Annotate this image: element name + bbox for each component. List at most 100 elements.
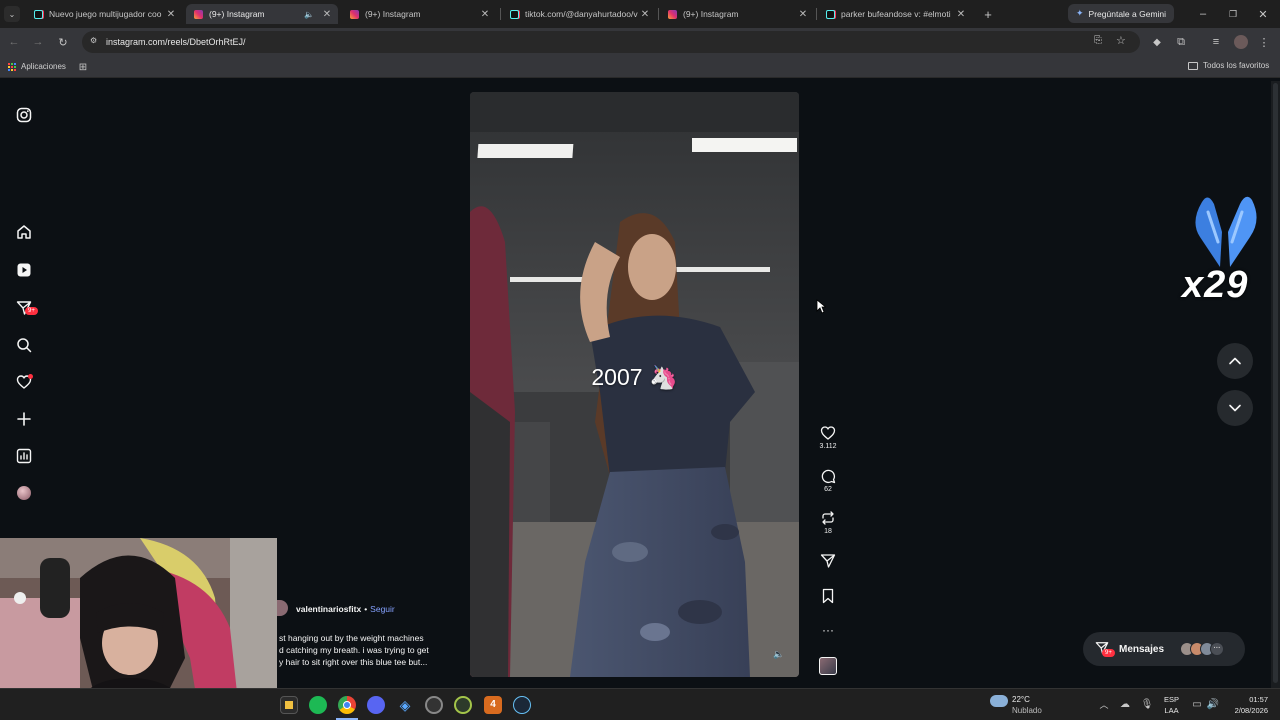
close-tab-icon[interactable]: ✕ [164, 9, 178, 20]
tab-groups-icon[interactable]: ⊞ [76, 60, 90, 74]
mute-button[interactable]: 🔈 [773, 649, 784, 660]
profile-avatar[interactable] [1234, 35, 1248, 49]
notifications-heart-icon[interactable] [14, 372, 34, 392]
share-button[interactable] [816, 553, 840, 569]
restore-button[interactable]: ❐ [1224, 6, 1242, 22]
windows-taskbar: ◈ 4 22°C Nublado ︿ ☁ 🎙 ESP LAA ▭ 🔊 01:57… [0, 688, 1280, 720]
profile-avatar-image [17, 486, 31, 500]
caption-line: d catching my breath. i was trying to ge… [279, 645, 429, 655]
repost-button[interactable]: 18 [816, 510, 840, 535]
new-tab-button[interactable]: + [980, 6, 996, 22]
mouse-cursor-icon [816, 299, 826, 314]
search-icon[interactable] [14, 335, 34, 355]
close-tab-icon[interactable]: ✕ [954, 9, 968, 20]
instagram-icon [194, 9, 203, 19]
reels-icon[interactable] [14, 260, 34, 280]
browser-toolbar: ← → ↻ ⚙ instagram.com/reels/DbetOrhRtEJ/… [0, 28, 1280, 56]
instagram-logo-icon[interactable] [14, 105, 34, 125]
install-app-icon[interactable]: ⎘ [1094, 35, 1102, 46]
tab-2[interactable]: (9+) Instagram ✕ [342, 4, 496, 24]
language-indicator[interactable]: ESP LAA [1164, 694, 1179, 716]
speaker-icon[interactable]: 🔈 [302, 10, 316, 19]
menu-kebab-icon[interactable]: ⋮ [1256, 34, 1272, 50]
media-control-icon[interactable]: ≡ [1208, 34, 1224, 50]
minimize-button[interactable]: – [1194, 6, 1212, 22]
forward-button[interactable]: → [30, 34, 46, 50]
network-icon[interactable]: ▭ [1190, 697, 1204, 711]
tab-1[interactable]: (9+) Instagram 🔈 ✕ [186, 4, 338, 24]
obs-icon[interactable] [425, 696, 443, 714]
microphone-icon[interactable]: 🎙 [1140, 697, 1154, 711]
comment-button[interactable]: 62 [816, 468, 840, 493]
extension-diamond-icon[interactable]: ◆ [1149, 34, 1165, 50]
save-button[interactable] [816, 588, 840, 604]
follow-button[interactable]: Seguir [370, 604, 395, 614]
extensions-puzzle-icon[interactable]: ⧉ [1173, 34, 1189, 50]
app-diamond-icon[interactable]: ◈ [396, 696, 414, 714]
close-tab-icon[interactable]: ✕ [478, 9, 492, 20]
tab-3[interactable]: tiktok.com/@danyahurtadoo/v ✕ [502, 4, 656, 24]
apps-bookmark[interactable]: Aplicaciones [8, 62, 66, 71]
clock-time: 01:57 [1249, 695, 1268, 704]
chevron-down-icon: ⌄ [8, 9, 16, 19]
caption-line: st hanging out by the weight machines [279, 633, 424, 643]
audio-track-thumbnail[interactable] [819, 657, 837, 675]
tab-search-button[interactable]: ⌄ [4, 6, 20, 22]
home-icon[interactable] [14, 222, 34, 242]
file-explorer-icon[interactable] [280, 696, 298, 714]
author-username[interactable]: valentinariosfitx [296, 604, 361, 614]
message-avatars: ··· [1180, 642, 1225, 656]
direct-messages-icon[interactable]: 9+ [14, 298, 38, 318]
onedrive-cloud-icon[interactable]: ☁ [1118, 697, 1132, 711]
volume-icon[interactable]: 🔊 [1206, 697, 1220, 711]
tray-chevron-up-icon[interactable]: ︿ [1098, 697, 1110, 711]
close-tab-icon[interactable]: ✕ [320, 9, 334, 20]
next-reel-button[interactable] [1217, 390, 1253, 426]
dashboard-icon[interactable] [14, 446, 34, 466]
tab-5[interactable]: parker bufeandose v: #elmoti ✕ [818, 4, 972, 24]
comment-icon [821, 469, 836, 484]
xbox-app-icon[interactable] [454, 696, 472, 714]
url-text: instagram.com/reels/DbetOrhRtEJ/ [106, 37, 246, 47]
spotify-icon[interactable] [309, 696, 327, 714]
reel-video[interactable]: 2007 🦄 🔈 [470, 92, 799, 677]
close-tab-icon[interactable]: ✕ [796, 9, 810, 20]
reload-button[interactable]: ↻ [55, 34, 71, 50]
weather-widget[interactable]: 22°C Nublado [1012, 694, 1042, 716]
tab-title: Nuevo juego multijugador coo [49, 9, 162, 19]
close-window-button[interactable]: ✕ [1254, 6, 1272, 22]
sticker-text: x29 [1182, 264, 1249, 306]
page-scrollbar[interactable] [1271, 81, 1280, 688]
more-options-button[interactable]: ··· [816, 622, 840, 638]
all-favorites-label: Todos los favoritos [1203, 61, 1270, 70]
chevron-down-icon [1229, 404, 1241, 412]
messages-button[interactable]: 9+ Mensajes ··· [1083, 632, 1245, 666]
address-bar[interactable]: ⚙ instagram.com/reels/DbetOrhRtEJ/ ⎘ ☆ [82, 31, 1140, 53]
back-button[interactable]: ← [6, 34, 22, 50]
scrollbar-thumb[interactable] [1273, 83, 1278, 683]
tab-0[interactable]: Nuevo juego multijugador coo ✕ [26, 4, 182, 24]
tab-4[interactable]: (9+) Instagram ✕ [660, 4, 814, 24]
minimize-icon: – [1199, 8, 1207, 20]
bookmark-star-icon[interactable]: ☆ [1116, 34, 1126, 47]
close-tab-icon[interactable]: ✕ [638, 9, 652, 20]
create-plus-icon[interactable] [14, 409, 34, 429]
game-app-icon[interactable]: 4 [484, 696, 502, 714]
bookmark-icon [822, 588, 834, 604]
weather-cloud-icon [990, 695, 1008, 707]
profile-avatar[interactable] [14, 483, 34, 503]
chrome-icon[interactable] [338, 696, 356, 714]
gemini-button[interactable]: ✦ Pregúntale a Gemini [1068, 4, 1174, 23]
site-info-icon[interactable]: ⚙ [90, 36, 97, 45]
tiktok-icon [826, 9, 835, 19]
like-button[interactable]: 3.112 [816, 425, 840, 450]
previous-reel-button[interactable] [1217, 343, 1253, 379]
clock[interactable]: 01:57 2/08/2026 [1228, 694, 1268, 716]
notification-dot [28, 374, 33, 379]
reel-caption[interactable]: st hanging out by the weight machines d … [279, 632, 449, 668]
tab-separator [816, 8, 817, 20]
discord-icon[interactable] [367, 696, 385, 714]
steam-icon[interactable] [513, 696, 531, 714]
tiktok-icon [34, 9, 43, 19]
all-favorites-bookmark[interactable]: Todos los favoritos [1188, 61, 1269, 70]
